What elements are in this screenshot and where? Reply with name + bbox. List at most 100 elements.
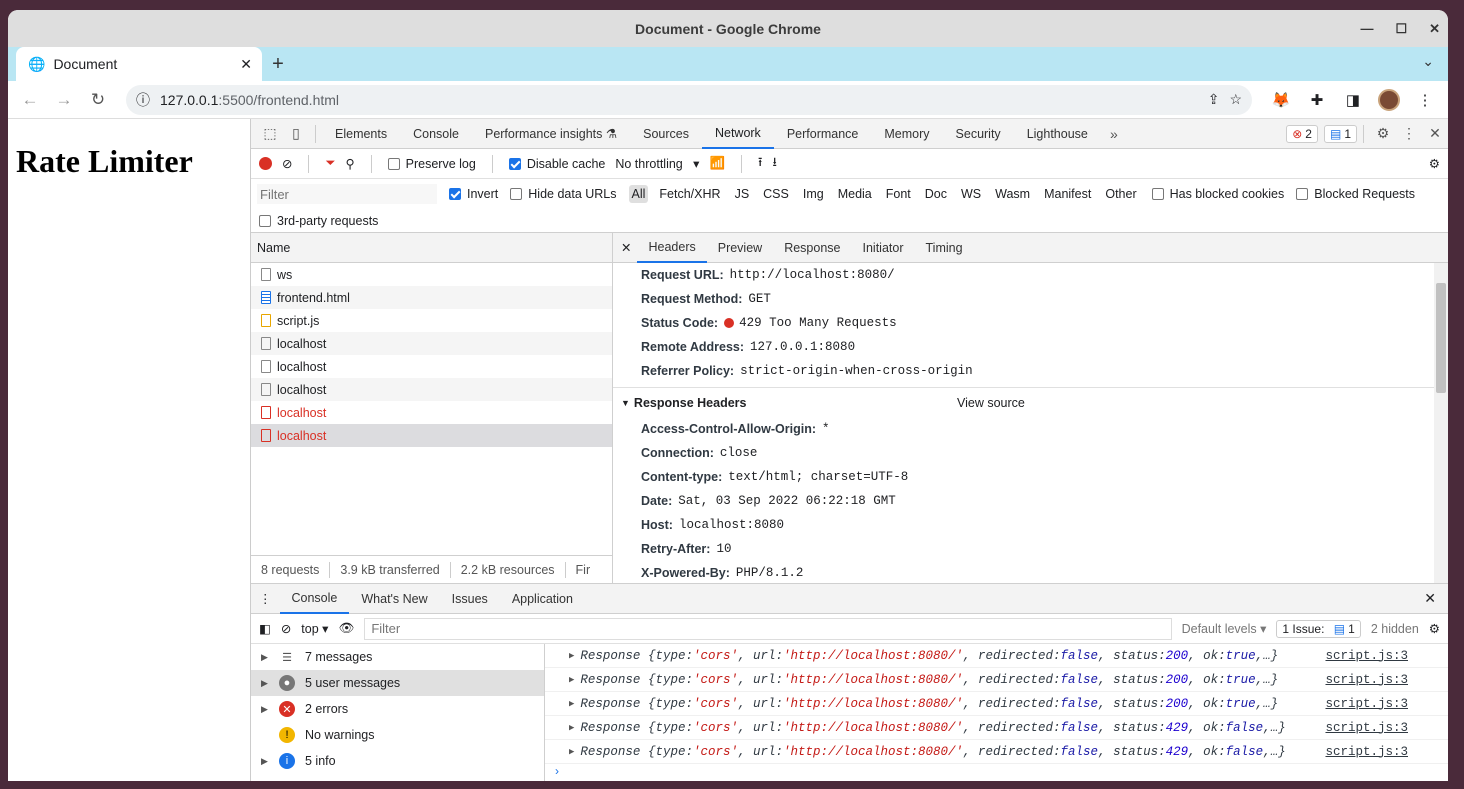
- details-scrollbar[interactable]: [1434, 263, 1448, 583]
- address-bar[interactable]: ⓘ 127.0.0.1:5500/frontend.html ⇪ ☆: [126, 84, 1252, 115]
- console-log-entry[interactable]: ▶ Response {type: 'cors', url: 'http://lo…: [545, 716, 1448, 740]
- tab-initiator[interactable]: Initiator: [852, 233, 915, 263]
- source-link[interactable]: script.js:3: [1325, 745, 1408, 759]
- tab-headers[interactable]: Headers: [637, 233, 707, 263]
- request-row[interactable]: ws: [251, 263, 612, 286]
- issue-count-badge[interactable]: ▤ 1: [1323, 124, 1357, 143]
- console-log-entry[interactable]: ▶ Response {type: 'cors', url: 'http://lo…: [545, 692, 1448, 716]
- console-sidebar-item[interactable]: ▶ i 5 info: [251, 748, 544, 774]
- issues-badge[interactable]: 1 Issue: ▤ 1: [1276, 619, 1361, 638]
- drawer-menu-icon[interactable]: ⋮: [259, 591, 272, 606]
- tab-application[interactable]: Application: [500, 584, 585, 614]
- console-settings-icon[interactable]: ⚙: [1429, 621, 1440, 636]
- source-link[interactable]: script.js:3: [1325, 649, 1408, 663]
- back-button[interactable]: ←: [16, 86, 44, 114]
- tab-elements[interactable]: Elements: [322, 119, 400, 149]
- console-sidebar-item[interactable]: ! No warnings: [251, 722, 544, 748]
- tab-network[interactable]: Network: [701, 119, 774, 149]
- devtools-menu-icon[interactable]: ⋮: [1396, 121, 1422, 147]
- tab-issues[interactable]: Issues: [440, 584, 500, 614]
- tab-preview[interactable]: Preview: [707, 233, 773, 263]
- request-row[interactable]: localhost: [251, 424, 612, 447]
- maximize-icon[interactable]: ☐: [1395, 21, 1407, 37]
- tab-console[interactable]: Console: [400, 119, 472, 149]
- preserve-log-checkbox[interactable]: Preserve log: [387, 157, 476, 171]
- context-select[interactable]: top ▾: [301, 621, 328, 636]
- close-devtools-icon[interactable]: ✕: [1422, 121, 1448, 147]
- request-row[interactable]: localhost: [251, 332, 612, 355]
- tab-performance[interactable]: Performance: [774, 119, 872, 149]
- console-sidebar-item[interactable]: ▶ ● 5 user messages: [251, 670, 544, 696]
- hide-data-urls-checkbox[interactable]: Hide data URLs: [510, 187, 617, 201]
- tab-timing[interactable]: Timing: [915, 233, 974, 263]
- request-row[interactable]: localhost: [251, 355, 612, 378]
- disable-cache-checkbox[interactable]: Disable cache: [508, 157, 605, 171]
- filter-type-js[interactable]: JS: [732, 185, 753, 203]
- request-row[interactable]: script.js: [251, 309, 612, 332]
- throttling-select[interactable]: No throttling ▾: [615, 156, 699, 171]
- close-details-icon[interactable]: ✕: [621, 240, 631, 255]
- filter-type-all[interactable]: All: [628, 185, 649, 203]
- error-count-badge[interactable]: ⊗ 2: [1286, 124, 1318, 143]
- close-tab-icon[interactable]: ✕: [240, 56, 252, 73]
- request-row[interactable]: localhost: [251, 378, 612, 401]
- filter-type-css[interactable]: CSS: [760, 185, 792, 203]
- tab-drawer-console[interactable]: Console: [279, 584, 350, 614]
- expand-triangle-icon[interactable]: ▶: [569, 675, 574, 685]
- filter-type-fetch-xhr[interactable]: Fetch/XHR: [656, 185, 723, 203]
- device-toolbar-icon[interactable]: ▯: [283, 121, 309, 147]
- console-log-entry[interactable]: ▶ Response {type: 'cors', url: 'http://lo…: [545, 644, 1448, 668]
- inspect-element-icon[interactable]: ⬚: [257, 121, 283, 147]
- has-blocked-cookies-checkbox[interactable]: Has blocked cookies: [1151, 187, 1284, 201]
- expand-triangle-icon[interactable]: ▶: [569, 651, 574, 661]
- console-filter-input[interactable]: Filter: [364, 617, 1172, 640]
- console-log-entry[interactable]: ▶ Response {type: 'cors', url: 'http://lo…: [545, 668, 1448, 692]
- browser-tab[interactable]: 🌐 Document ✕: [16, 47, 262, 81]
- tab-security[interactable]: Security: [943, 119, 1014, 149]
- close-drawer-icon[interactable]: ✕: [1424, 590, 1436, 607]
- site-info-icon[interactable]: ⓘ: [136, 90, 150, 110]
- network-conditions-icon[interactable]: 📶: [709, 156, 725, 171]
- search-icon[interactable]: ⚲: [346, 156, 355, 171]
- source-link[interactable]: script.js:3: [1325, 721, 1408, 735]
- export-har-icon[interactable]: ⭳: [772, 153, 776, 174]
- share-icon[interactable]: ⇪: [1208, 91, 1220, 108]
- extensions-puzzle-icon[interactable]: ✚: [1302, 86, 1332, 114]
- profile-avatar[interactable]: [1374, 86, 1404, 114]
- third-party-requests-checkbox[interactable]: 3rd-party requests: [259, 214, 378, 228]
- log-levels-select[interactable]: Default levels ▾: [1182, 621, 1267, 636]
- minimize-icon[interactable]: —: [1360, 21, 1373, 36]
- url-text[interactable]: 127.0.0.1:5500/frontend.html: [160, 92, 1198, 108]
- filter-type-wasm[interactable]: Wasm: [992, 185, 1033, 203]
- tab-memory[interactable]: Memory: [871, 119, 942, 149]
- filter-type-manifest[interactable]: Manifest: [1041, 185, 1094, 203]
- clear-console-icon[interactable]: ⊘: [281, 621, 291, 636]
- chrome-menu-icon[interactable]: ⋮: [1410, 86, 1440, 114]
- record-button[interactable]: [259, 157, 272, 170]
- console-prompt[interactable]: ›: [545, 764, 1448, 778]
- console-log-entry[interactable]: ▶ Response {type: 'cors', url: 'http://lo…: [545, 740, 1448, 764]
- clear-icon[interactable]: ⊘: [282, 156, 292, 171]
- filter-type-img[interactable]: Img: [800, 185, 827, 203]
- console-sidebar-item[interactable]: ▶ ☰ 7 messages: [251, 644, 544, 670]
- tab-performance-insights[interactable]: Performance insights ⚗: [472, 119, 630, 149]
- filter-type-media[interactable]: Media: [835, 185, 875, 203]
- invert-checkbox[interactable]: Invert: [449, 187, 498, 201]
- source-link[interactable]: script.js:3: [1325, 697, 1408, 711]
- expand-triangle-icon[interactable]: ▶: [569, 747, 574, 757]
- forward-button[interactable]: →: [50, 86, 78, 114]
- tab-sources[interactable]: Sources: [630, 119, 702, 149]
- bookmark-star-icon[interactable]: ☆: [1229, 91, 1242, 108]
- network-filter-input[interactable]: [257, 184, 437, 204]
- name-column-header[interactable]: Name: [251, 233, 612, 263]
- settings-gear-icon[interactable]: ⚙: [1370, 121, 1396, 147]
- console-sidebar-item[interactable]: ▶ ✕ 2 errors: [251, 696, 544, 722]
- filter-type-doc[interactable]: Doc: [922, 185, 950, 203]
- blocked-requests-checkbox[interactable]: Blocked Requests: [1296, 187, 1415, 201]
- network-settings-icon[interactable]: ⚙: [1429, 156, 1440, 171]
- tab-search-icon[interactable]: ⌄: [1422, 53, 1434, 70]
- expand-triangle-icon[interactable]: ▶: [569, 723, 574, 733]
- live-expression-eye-icon[interactable]: 👁: [338, 621, 354, 636]
- filter-type-ws[interactable]: WS: [958, 185, 984, 203]
- source-link[interactable]: script.js:3: [1325, 673, 1408, 687]
